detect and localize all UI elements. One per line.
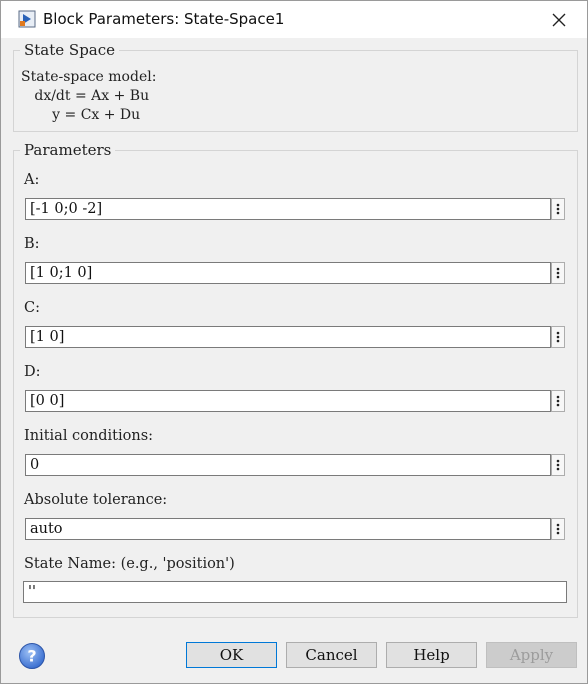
title-bar: Block Parameters: State-Space1 xyxy=(1,1,587,38)
param-a-input[interactable]: [-1 0;0 -2] xyxy=(25,198,551,220)
vertical-ellipsis-icon xyxy=(556,331,560,343)
absolute-tolerance-menu-button[interactable] xyxy=(551,518,565,540)
vertical-ellipsis-icon xyxy=(556,523,560,535)
param-b-menu-button[interactable] xyxy=(551,262,565,284)
initial-conditions-input[interactable]: 0 xyxy=(25,454,551,476)
parameters-group xyxy=(13,150,578,618)
vertical-ellipsis-icon xyxy=(556,267,560,279)
vertical-ellipsis-icon xyxy=(556,459,560,471)
vertical-ellipsis-icon xyxy=(556,203,560,215)
state-name-label: State Name: (e.g., 'position') xyxy=(24,556,235,572)
absolute-tolerance-label: Absolute tolerance: xyxy=(24,492,168,508)
apply-button[interactable]: Apply xyxy=(486,642,577,668)
param-d-menu-button[interactable] xyxy=(551,390,565,412)
block-description: State-space model: dx/dt = Ax + Bu y = C… xyxy=(21,69,157,123)
vertical-ellipsis-icon xyxy=(556,395,560,407)
param-c-input[interactable]: [1 0] xyxy=(25,326,551,348)
svg-text:?: ? xyxy=(27,647,36,666)
param-d-input[interactable]: [0 0] xyxy=(25,390,551,412)
initial-conditions-label: Initial conditions: xyxy=(24,428,154,444)
close-button[interactable] xyxy=(545,7,573,33)
param-c-menu-button[interactable] xyxy=(551,326,565,348)
help-button[interactable]: Help xyxy=(386,642,477,668)
param-a-menu-button[interactable] xyxy=(551,198,565,220)
question-circle-icon[interactable]: ? xyxy=(18,642,46,670)
parameters-legend: Parameters xyxy=(20,141,116,159)
close-icon xyxy=(552,13,566,27)
param-c-label: C: xyxy=(24,300,40,316)
simulink-block-icon xyxy=(18,10,36,28)
description-legend: State Space xyxy=(20,41,120,59)
absolute-tolerance-input[interactable]: auto xyxy=(25,518,551,540)
cancel-button[interactable]: Cancel xyxy=(286,642,377,668)
param-b-input[interactable]: [1 0;1 0] xyxy=(25,262,551,284)
window-title: Block Parameters: State-Space1 xyxy=(43,10,285,28)
initial-conditions-menu-button[interactable] xyxy=(551,454,565,476)
param-d-label: D: xyxy=(24,364,41,380)
param-a-label: A: xyxy=(24,172,40,188)
param-b-label: B: xyxy=(24,236,40,252)
block-parameters-dialog: Block Parameters: State-Space1 State Spa… xyxy=(0,0,588,684)
ok-button[interactable]: OK xyxy=(186,642,277,668)
state-name-input[interactable]: '' xyxy=(23,581,567,603)
